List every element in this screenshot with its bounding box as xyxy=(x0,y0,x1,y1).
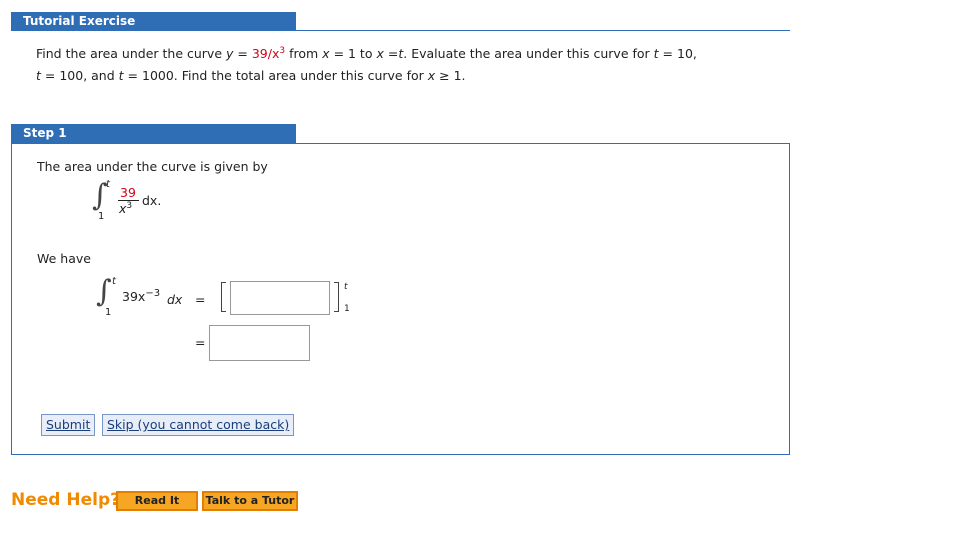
question-text: = 1000. Find the total area under this c… xyxy=(127,68,424,83)
var-y: y xyxy=(226,46,234,62)
var-t: t xyxy=(118,68,124,83)
function-expression: 39/x3 xyxy=(251,46,286,62)
question-text: Find the area under the curve xyxy=(36,46,223,62)
fraction-numerator: 39 xyxy=(120,185,136,200)
read-it-button[interactable]: Read It xyxy=(116,491,198,511)
question-text: = 100, and xyxy=(44,68,115,83)
fraction-denominator: x3 xyxy=(119,201,133,217)
question-text: = 1 to xyxy=(333,46,373,62)
step-intro: The area under the curve is given by xyxy=(37,159,268,174)
integral-lower-limit: 1 xyxy=(105,307,112,318)
question-text: = xyxy=(237,46,248,62)
antiderivative-input[interactable] xyxy=(230,281,330,315)
integral-lower-limit: 1 xyxy=(98,211,105,222)
skip-button[interactable]: Skip (you cannot come back) xyxy=(102,414,295,436)
tutorial-header-line xyxy=(11,30,790,31)
question-text: = xyxy=(387,46,399,62)
tutorial-header-label: Tutorial Exercise xyxy=(23,14,136,28)
right-bracket xyxy=(334,282,339,312)
bracket-lower-limit: 1 xyxy=(344,304,350,314)
var-x: x xyxy=(322,46,330,62)
integral-upper-limit: t xyxy=(106,179,110,190)
result-input[interactable] xyxy=(209,325,310,361)
integrand: 39x−3 xyxy=(122,288,161,305)
question-line-1: Find the area under the curve y = 39/x3 … xyxy=(36,46,697,61)
equals-sign: = xyxy=(195,335,206,350)
bracket-upper-limit: t xyxy=(344,282,348,292)
integral-expression-1: ∫ t 1 39 x3 dx. xyxy=(92,178,212,226)
integral-upper-limit: t xyxy=(112,276,116,287)
left-bracket xyxy=(221,282,226,312)
we-have-label: We have xyxy=(37,251,91,266)
integral-sign: ∫ xyxy=(96,274,112,309)
need-help-label: Need Help? xyxy=(11,490,120,510)
step-header-label: Step 1 xyxy=(23,126,67,140)
dx-label: dx xyxy=(167,292,183,307)
question-text: from xyxy=(289,46,319,62)
var-t: t xyxy=(653,46,659,62)
question-text: . Evaluate the area under this curve for xyxy=(403,46,650,62)
step-header: Step 1 xyxy=(11,124,296,143)
dx-label: dx. xyxy=(142,193,162,208)
equals-sign: = xyxy=(195,292,206,307)
var-x: x xyxy=(376,46,384,62)
question-text: = 10, xyxy=(662,46,697,62)
integral-expression-2: ∫ t 1 39x−3 dx xyxy=(96,274,196,320)
var-t: t xyxy=(36,68,41,83)
question-text: ≥ 1. xyxy=(439,68,466,83)
var-x: x xyxy=(427,68,436,83)
question-line-2: t = 100, and t = 1000. Find the total ar… xyxy=(36,68,466,83)
submit-button[interactable]: Submit xyxy=(41,414,96,436)
talk-to-tutor-button[interactable]: Talk to a Tutor xyxy=(202,491,298,511)
tutorial-header: Tutorial Exercise xyxy=(11,12,296,31)
